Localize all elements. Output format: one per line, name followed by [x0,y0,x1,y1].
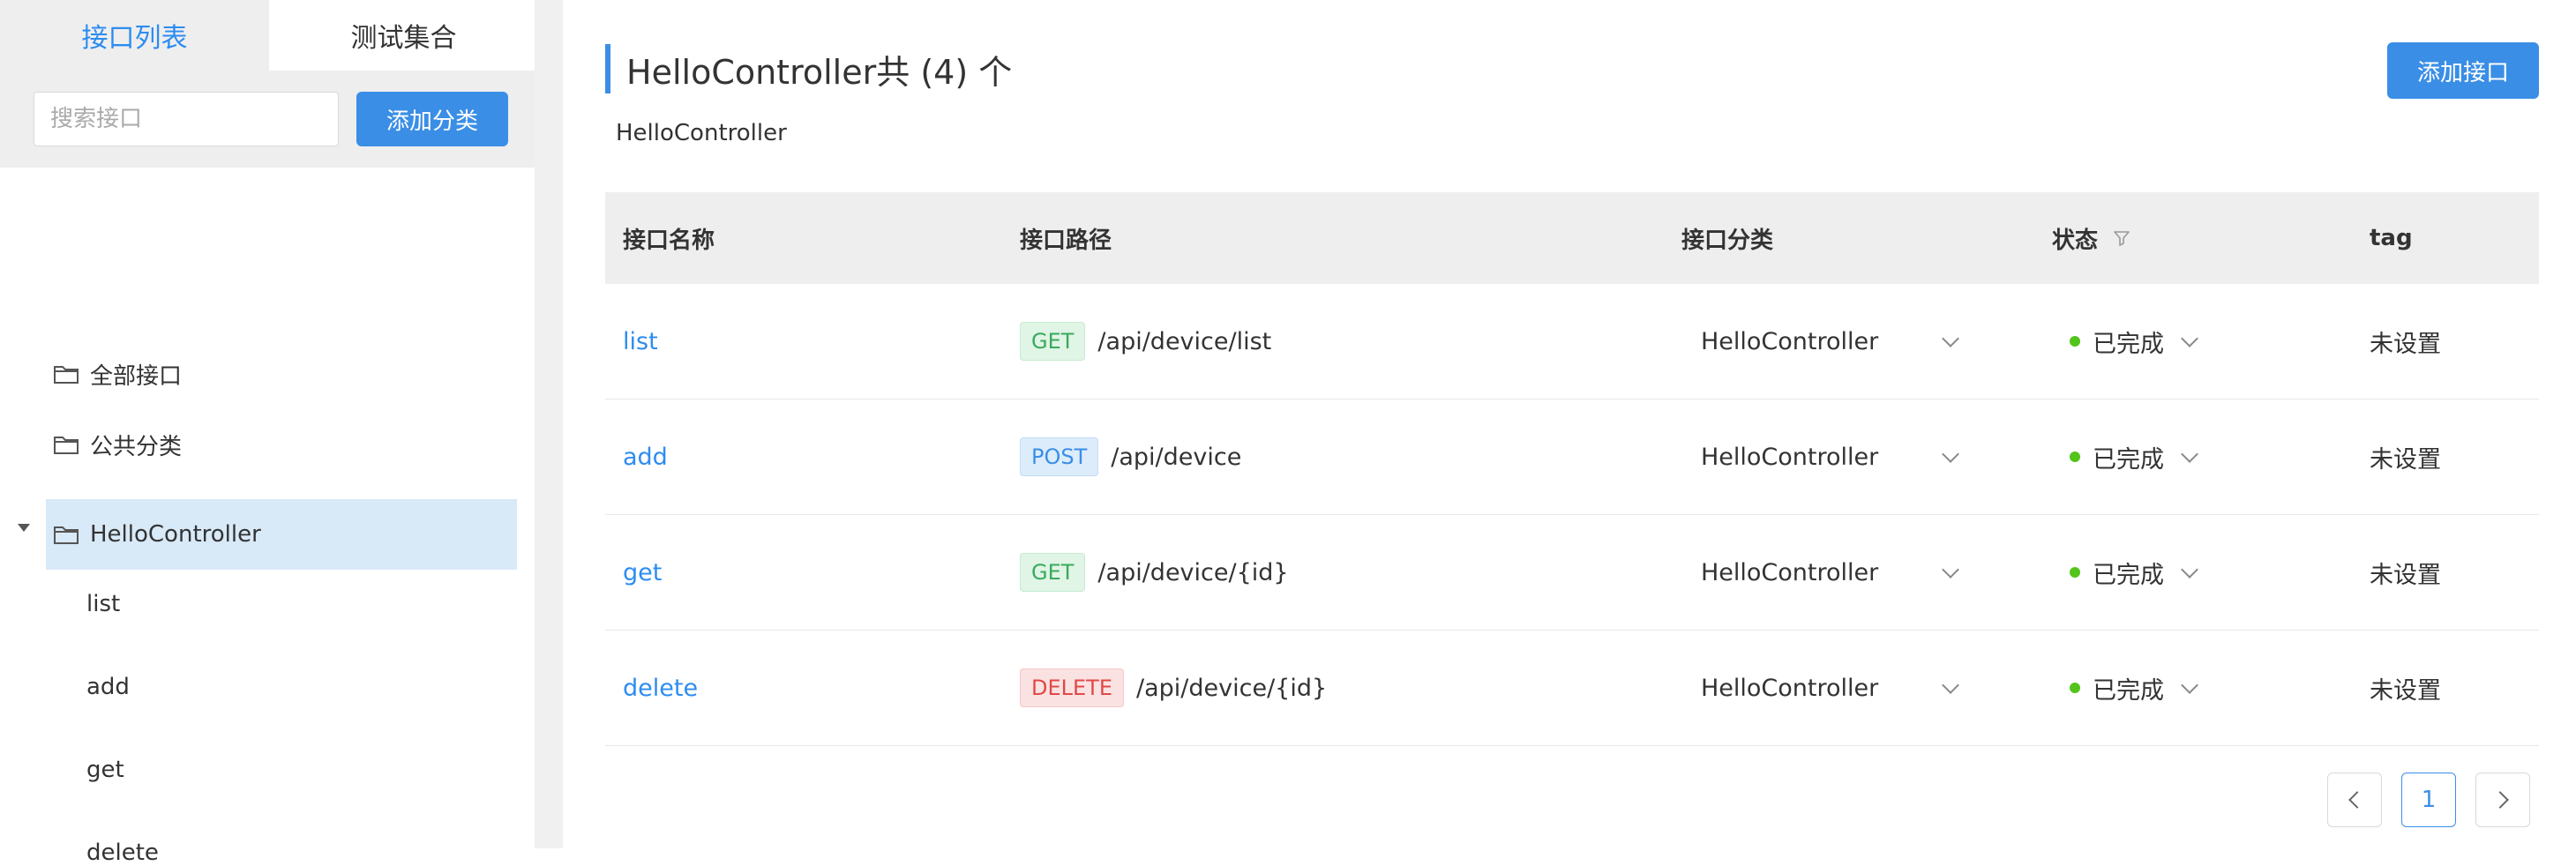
column-header-status: 状态 [2034,222,2352,255]
search-bar: 添加分类 [0,71,538,168]
api-path: /api/device/list [1097,327,1272,355]
api-name-link[interactable]: add [623,444,668,471]
folder-icon [54,366,79,384]
tree-subitem-delete[interactable]: delete [86,840,159,866]
chevron-down-icon [2181,330,2198,347]
status-dot-icon [2070,336,2080,347]
tree-item-all-apis[interactable]: 全部接口 [53,339,182,409]
pagination: 1 [2327,773,2530,827]
column-header-category: 接口分类 [1681,227,1774,254]
table-row: add POST /api/device HelloController 已完成… [605,399,2539,515]
status-value: 已完成 [2093,561,2164,589]
folder-icon [54,437,79,454]
status-value: 已完成 [2093,676,2164,705]
prev-page-button[interactable] [2327,773,2382,827]
chevron-down-icon [2181,676,2198,694]
caret-down-icon[interactable] [18,524,30,532]
folder-open-icon [54,526,79,544]
tree-subitem-add[interactable]: add [86,674,130,700]
tab-api-list[interactable]: 接口列表 [0,0,269,71]
sidebar-resize-gutter[interactable] [535,0,563,848]
tree-subitem-list[interactable]: list [86,591,120,617]
column-header-path: 接口路径 [1020,227,1112,254]
tree-item-public-category[interactable]: 公共分类 [53,409,182,480]
column-header-tag: tag [2370,225,2413,251]
status-dot-icon [2070,683,2080,693]
tree-subitem-get[interactable]: get [86,757,124,783]
tag-value: 未设置 [2370,561,2441,589]
method-badge: GET [1020,553,1086,592]
category-value: HelloController [1701,674,1879,702]
category-select[interactable]: HelloController [1681,558,1959,586]
chevron-down-icon [1942,330,1959,347]
tag-value: 未设置 [2370,445,2441,474]
page-number-button[interactable]: 1 [2401,773,2456,827]
next-page-button[interactable] [2475,773,2530,827]
page-title: HelloController共 (4) 个 [605,44,1012,93]
api-path: /api/device [1111,443,1242,471]
chevron-left-icon [2348,791,2366,809]
status-select[interactable]: 已完成 [2052,325,2198,359]
category-select[interactable]: HelloController [1681,443,1959,471]
method-badge: POST [1020,437,1099,476]
add-api-button[interactable]: 添加接口 [2387,42,2539,99]
chevron-down-icon [1942,445,1959,463]
category-select[interactable]: HelloController [1681,674,1959,702]
tag-value: 未设置 [2370,676,2441,705]
api-name-link[interactable]: delete [623,675,698,702]
page-subtitle: HelloController [616,120,787,146]
category-value: HelloController [1701,558,1879,586]
api-name-link[interactable]: list [623,328,658,355]
table-header: 接口名称 接口路径 接口分类 状态 tag [605,192,2539,284]
api-name-link[interactable]: get [623,559,662,586]
chevron-down-icon [1942,561,1959,579]
column-header-name: 接口名称 [623,227,715,254]
chevron-down-icon [2181,445,2198,463]
tag-value: 未设置 [2370,330,2441,358]
status-dot-icon [2070,567,2080,578]
category-value: HelloController [1701,327,1879,355]
method-badge: GET [1020,322,1086,361]
category-select[interactable]: HelloController [1681,327,1959,355]
main-content: HelloController共 (4) 个 HelloController 添… [563,0,2576,848]
tree-item-label: HelloController [90,521,261,548]
api-path: /api/device/{id} [1136,674,1328,702]
status-select[interactable]: 已完成 [2052,671,2198,705]
status-select[interactable]: 已完成 [2052,556,2198,590]
category-value: HelloController [1701,443,1879,471]
status-value: 已完成 [2093,330,2164,358]
sidebar: 接口列表 测试集合 添加分类 全部接口 公共分类 Hello [0,0,539,866]
filter-icon[interactable] [2112,228,2131,248]
api-path: /api/device/{id} [1097,558,1289,586]
tree-item-hellocontroller[interactable]: HelloController [46,499,517,570]
search-input[interactable] [34,92,339,146]
chevron-down-icon [1942,676,1959,694]
status-dot-icon [2070,452,2080,462]
chevron-right-icon [2491,791,2509,809]
table-row: list GET /api/device/list HelloControlle… [605,284,2539,399]
sidebar-tabs: 接口列表 测试集合 [0,0,538,71]
chevron-down-icon [2181,561,2198,579]
column-header-status-label: 状态 [2052,227,2099,254]
tab-test-collection[interactable]: 测试集合 [269,0,538,71]
add-category-button[interactable]: 添加分类 [356,92,508,146]
api-table: 接口名称 接口路径 接口分类 状态 tag list GET /api/devi… [605,192,2539,746]
table-row: get GET /api/device/{id} HelloController… [605,515,2539,631]
status-value: 已完成 [2093,445,2164,474]
method-badge: DELETE [1020,668,1125,707]
tree-item-label: 全部接口 [90,362,183,390]
table-row: delete DELETE /api/device/{id} HelloCont… [605,631,2539,746]
tree-item-label: 公共分类 [90,433,183,460]
status-select[interactable]: 已完成 [2052,440,2198,474]
